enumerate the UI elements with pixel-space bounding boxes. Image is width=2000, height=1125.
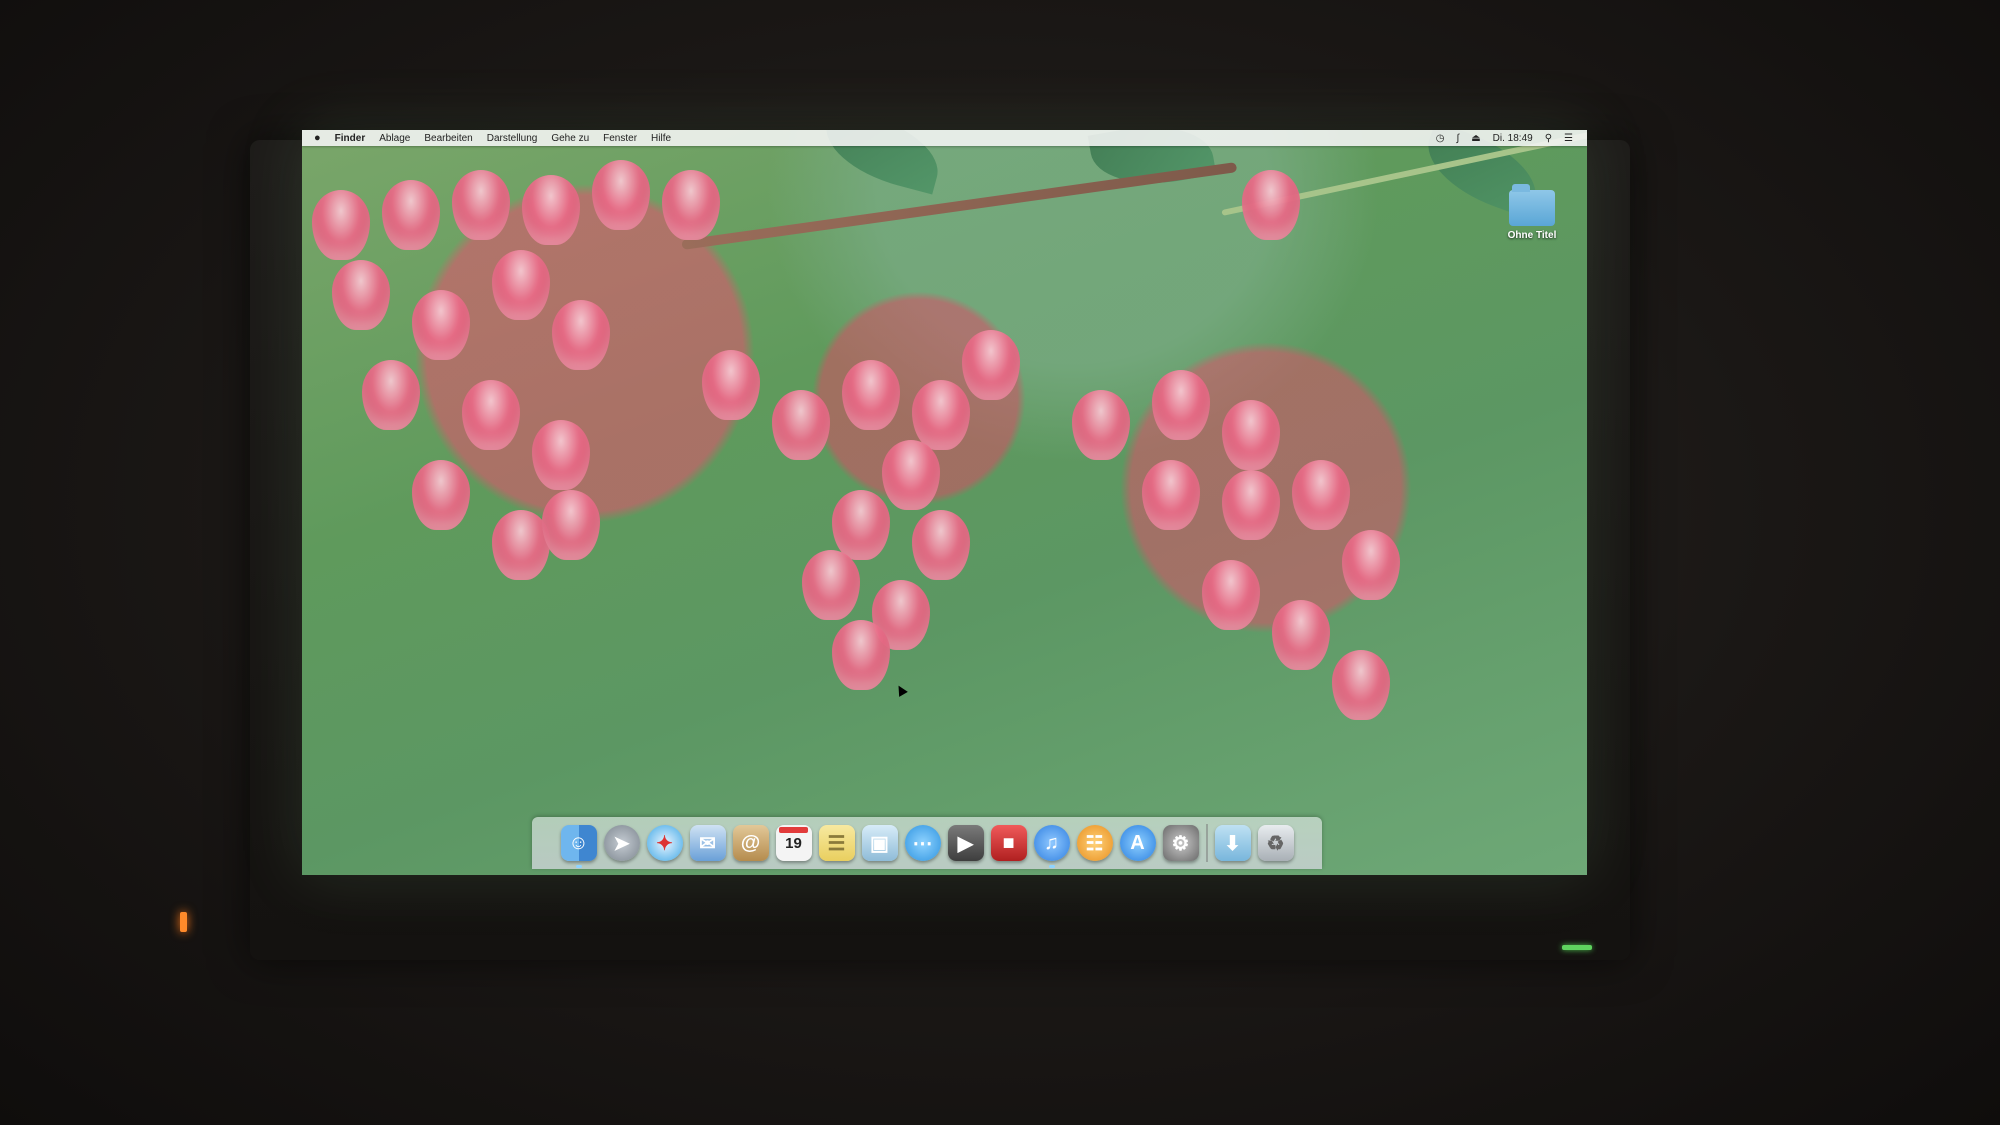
launchpad-icon[interactable]: ➤ — [603, 825, 640, 861]
wallpaper-flower — [1142, 460, 1200, 530]
wallpaper-flower — [1222, 470, 1280, 540]
menu-bar: ● Finder Ablage Bearbeiten Darstellung G… — [302, 130, 1587, 146]
power-led — [180, 912, 187, 932]
wallpaper-flower — [362, 360, 420, 430]
mail-icon[interactable]: ✉ — [689, 825, 726, 861]
menu-finder[interactable]: Finder — [335, 133, 366, 144]
facetime-icon[interactable]: ▶ — [947, 825, 984, 861]
wallpaper-flower — [882, 440, 940, 510]
wallpaper-flower — [962, 330, 1020, 400]
wallpaper-flower — [912, 380, 970, 450]
trash-icon[interactable]: ♻ — [1257, 825, 1294, 861]
wallpaper-flower — [1342, 530, 1400, 600]
wallpaper-flower — [412, 290, 470, 360]
wallpaper-flower — [1202, 560, 1260, 630]
wallpaper-flower — [1242, 170, 1300, 240]
apple-menu-icon[interactable]: ● — [314, 132, 321, 144]
desktop-folder[interactable]: Ohne Titel — [1497, 184, 1567, 241]
notification-center-icon[interactable]: ☰ — [1564, 133, 1573, 144]
spotlight-icon[interactable]: ⚲ — [1545, 133, 1552, 144]
wallpaper-flower — [532, 420, 590, 490]
desktop-folder-label: Ohne Titel — [1507, 230, 1557, 241]
wallpaper-flower — [312, 190, 370, 260]
wallpaper-flower — [592, 160, 650, 230]
wallpaper-flower — [542, 490, 600, 560]
menu-ablage[interactable]: Ablage — [379, 133, 410, 144]
menu-darstellung[interactable]: Darstellung — [487, 133, 538, 144]
wallpaper-flower — [492, 250, 550, 320]
menu-bearbeiten[interactable]: Bearbeiten — [424, 133, 472, 144]
wallpaper-flower — [662, 170, 720, 240]
wallpaper-flower — [452, 170, 510, 240]
menu-bar-clock[interactable]: Di. 18:49 — [1493, 133, 1533, 144]
wallpaper-flower — [332, 260, 390, 330]
bluetooth-icon[interactable]: ∫ — [1456, 133, 1459, 144]
wallpaper-flower — [1222, 400, 1280, 470]
wallpaper-flower — [412, 460, 470, 530]
menu-hilfe[interactable]: Hilfe — [651, 133, 671, 144]
calendar-day: 19 — [785, 834, 802, 852]
ibooks-icon[interactable]: ☷ — [1076, 825, 1113, 861]
contacts-icon[interactable]: @ — [732, 825, 769, 861]
wallpaper-flower — [1332, 650, 1390, 720]
wallpaper-flower — [842, 360, 900, 430]
folder-icon — [1509, 184, 1555, 226]
preview-icon[interactable]: ▣ — [861, 825, 898, 861]
dock-separator — [1205, 824, 1208, 862]
calendar-header — [779, 827, 808, 833]
safari-icon[interactable]: ✦ — [646, 825, 683, 861]
messages-icon[interactable]: ⋯ — [904, 825, 941, 861]
wallpaper-flower — [522, 175, 580, 245]
wallpaper-flower — [382, 180, 440, 250]
wallpaper-flower — [832, 490, 890, 560]
menu-fenster[interactable]: Fenster — [603, 133, 637, 144]
calendar-icon[interactable]: 19 — [775, 825, 812, 861]
wallpaper-flower — [802, 550, 860, 620]
eject-icon[interactable]: ⏏ — [1471, 133, 1480, 144]
itunes-icon[interactable]: ♫ — [1033, 825, 1070, 868]
photo-booth-icon[interactable]: ■ — [990, 825, 1027, 861]
wallpaper-flower — [772, 390, 830, 460]
mouse-cursor — [894, 683, 908, 697]
wallpaper-flower — [832, 620, 890, 690]
dock: ☺ ➤ ✦ ✉ @ 19 ☰ ▣ ⋯ ▶ ■ ♫ ☷ A ⚙ ⬇ ♻ — [532, 817, 1322, 869]
wallpaper-flower — [552, 300, 610, 370]
finder-icon[interactable]: ☺ — [560, 825, 597, 868]
wallpaper-flower — [1072, 390, 1130, 460]
system-preferences-icon[interactable]: ⚙ — [1162, 825, 1199, 861]
wallpaper-flower — [1292, 460, 1350, 530]
wallpaper-flower — [462, 380, 520, 450]
status-led — [1562, 945, 1592, 950]
menu-bar-status-area: ◷ ∫ ⏏ Di. 18:49 ⚲ ☰ — [1436, 133, 1587, 144]
menu-gehe-zu[interactable]: Gehe zu — [551, 133, 589, 144]
wallpaper-flower — [702, 350, 760, 420]
wallpaper-flower — [1152, 370, 1210, 440]
wallpaper-branch — [681, 162, 1238, 250]
desktop-screen: ● Finder Ablage Bearbeiten Darstellung G… — [302, 130, 1587, 875]
wallpaper-flower — [1272, 600, 1330, 670]
wallpaper-flower — [912, 510, 970, 580]
downloads-stack-icon[interactable]: ⬇ — [1214, 825, 1251, 861]
notes-icon[interactable]: ☰ — [818, 825, 855, 861]
app-store-icon[interactable]: A — [1119, 825, 1156, 861]
time-machine-icon[interactable]: ◷ — [1436, 133, 1445, 144]
